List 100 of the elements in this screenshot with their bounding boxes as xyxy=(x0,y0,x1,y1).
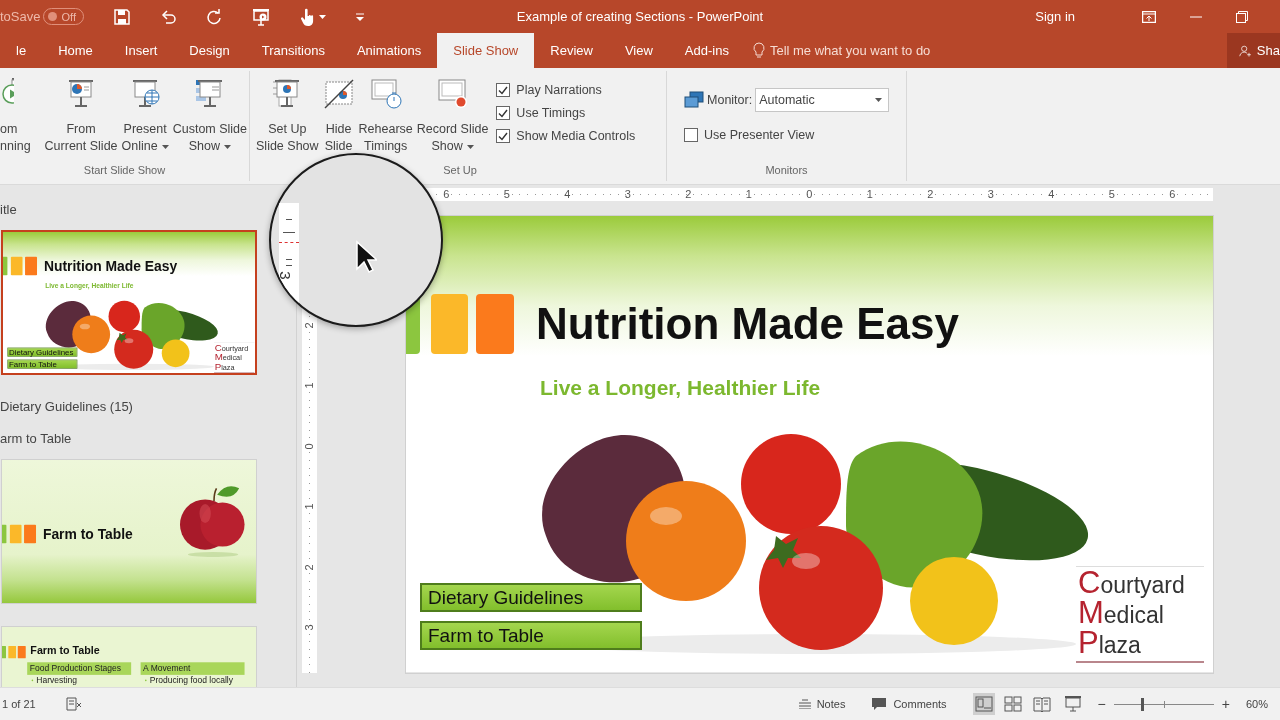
monitors-icon xyxy=(684,91,705,109)
ribbon-tab[interactable]: Animations xyxy=(340,33,438,68)
ribbon-button[interactable]: Hide Slide xyxy=(320,71,357,155)
slide-title: Nutrition Made Easy xyxy=(43,257,178,276)
ribbon-tab[interactable]: Home xyxy=(42,33,109,68)
sign-in-link[interactable]: Sign in xyxy=(1035,9,1075,24)
caret-icon[interactable] xyxy=(318,14,326,19)
bullet-text: Producing food locally xyxy=(149,674,233,686)
caret-icon[interactable] xyxy=(466,144,474,149)
check-icon xyxy=(498,108,509,118)
column-heading: Food Production Stages xyxy=(27,662,132,675)
ribbon-tab[interactable]: Transitions xyxy=(245,33,341,68)
checkbox-label[interactable]: Show Media Controls xyxy=(516,129,636,143)
undo-icon[interactable] xyxy=(159,8,176,25)
section-header[interactable]: Dietary Guidelines (15) xyxy=(0,397,133,417)
checkbox-label[interactable]: Use Timings xyxy=(516,106,586,120)
autosave-label: toSave xyxy=(0,9,41,24)
slider-thumb[interactable] xyxy=(1140,697,1144,711)
normal-view-icon xyxy=(974,696,993,712)
view-button[interactable] xyxy=(1001,693,1024,715)
ribbon-button[interactable]: Present Online xyxy=(119,71,171,155)
ribbon-tab[interactable]: Insert xyxy=(108,33,174,68)
logo-line: Plaza xyxy=(214,362,236,372)
bullet-text: Harvesting xyxy=(36,674,77,686)
ribbon-button[interactable]: Record Slide Show xyxy=(414,71,491,155)
ruler-label: 3 xyxy=(304,624,315,631)
ribbon-button[interactable]: Custom Slide Show xyxy=(170,71,250,155)
checkbox[interactable] xyxy=(684,128,699,142)
caret-icon[interactable] xyxy=(875,98,883,102)
redo-icon[interactable] xyxy=(205,8,222,25)
logo-line: Courtyard xyxy=(1078,569,1186,599)
link-box[interactable]: Farm to Table xyxy=(420,621,642,650)
ruler-label: 5 xyxy=(1107,188,1116,201)
ribbon-tab[interactable]: Review xyxy=(534,33,609,68)
pointer-icon xyxy=(355,240,377,274)
slide-thumbnail[interactable]: Farm to Table Food Production Stages Harvesting A Movement Producing food locally xyxy=(1,626,257,687)
spelling-check-icon[interactable] xyxy=(65,697,82,711)
slide-show-icon[interactable] xyxy=(1063,696,1082,712)
checkbox-label[interactable]: Play Narrations xyxy=(516,83,602,97)
logo-line: Courtyard xyxy=(214,343,250,353)
checkbox-label[interactable]: Use Presenter View xyxy=(704,128,815,142)
ruler-label: 1 xyxy=(304,382,315,389)
zoom-out-button[interactable]: − xyxy=(1097,696,1106,712)
ruler-label: 3 xyxy=(986,188,995,201)
ribbon-tab[interactable]: le xyxy=(0,33,43,68)
group-label: Set Up xyxy=(442,163,478,178)
ruler-label: 2 xyxy=(926,188,935,201)
ribbon-display-icon[interactable] xyxy=(1142,10,1156,23)
logo-line: Medical xyxy=(214,352,242,363)
color-blocks-drawing xyxy=(2,524,37,544)
ruler-label: 3 xyxy=(623,188,632,201)
window-title: Example of creating Sections - PowerPoint xyxy=(516,9,764,24)
hand-icon[interactable] xyxy=(299,7,314,26)
ribbon-button[interactable]: Rehearse Timings xyxy=(356,71,415,155)
zoom-in-button[interactable]: + xyxy=(1221,696,1230,712)
slide-title: Farm to Table xyxy=(30,643,100,658)
caret-icon[interactable] xyxy=(224,144,231,149)
notes-icon xyxy=(798,699,811,709)
ruler-label: 2 xyxy=(304,322,315,329)
ribbon-tab[interactable]: Slide Show xyxy=(437,33,535,68)
ruler-label: 4 xyxy=(563,188,572,201)
ruler-label: 0 xyxy=(304,443,315,450)
presentation-icon[interactable] xyxy=(251,7,270,26)
restore-icon[interactable] xyxy=(1236,10,1248,23)
zoom-percent[interactable]: 60% xyxy=(1245,698,1268,710)
view-button[interactable] xyxy=(972,693,995,715)
monitor-dropdown[interactable]: Automatic xyxy=(755,88,890,112)
stopwatch-screen-icon xyxy=(369,78,402,110)
ruler-label: 2 xyxy=(684,188,693,201)
checkbox[interactable] xyxy=(496,83,511,97)
customize-menu-icon[interactable] xyxy=(355,12,364,21)
notes-button[interactable]: Notes xyxy=(798,698,846,710)
ruler-label: 6 xyxy=(442,188,451,201)
checkbox[interactable] xyxy=(496,129,511,143)
comments-button[interactable]: Comments xyxy=(871,697,947,711)
ruler-label: 0 xyxy=(805,188,814,201)
share-button[interactable]: Sha xyxy=(1227,33,1280,68)
section-header[interactable]: arm to Table xyxy=(0,429,72,449)
slide-title: Farm to Table xyxy=(42,525,133,544)
ribbon-tab[interactable]: View xyxy=(608,33,669,68)
ribbon-button[interactable]: om nning xyxy=(0,71,43,155)
ribbon-tab[interactable]: Add-ins xyxy=(668,33,745,68)
save-icon[interactable] xyxy=(113,8,130,25)
caret-icon[interactable] xyxy=(161,144,169,149)
ruler-label: 1 xyxy=(744,188,753,201)
tell-me-field[interactable]: Tell me what you want to do xyxy=(769,43,931,58)
checkbox[interactable] xyxy=(496,106,511,120)
logo-line: Medical xyxy=(1078,599,1164,629)
link-box[interactable]: Dietary Guidelines xyxy=(420,583,642,612)
slide-counter: 1 of 21 xyxy=(2,698,36,710)
lightbulb-icon[interactable] xyxy=(752,42,765,59)
slide-thumbnail[interactable]: Farm to Table xyxy=(1,459,257,604)
ruler-label: 2 xyxy=(304,564,315,571)
ribbon-button[interactable]: From Current Slide xyxy=(42,71,120,155)
ribbon-button[interactable]: Set Up Slide Show xyxy=(254,71,321,155)
ribbon-tab[interactable]: Design xyxy=(173,33,246,68)
logo-line: Plaza xyxy=(1078,629,1142,659)
slide-sorter-icon xyxy=(1003,696,1022,712)
section-header[interactable]: itle xyxy=(0,200,17,220)
ruler-label: 1 xyxy=(304,503,315,510)
